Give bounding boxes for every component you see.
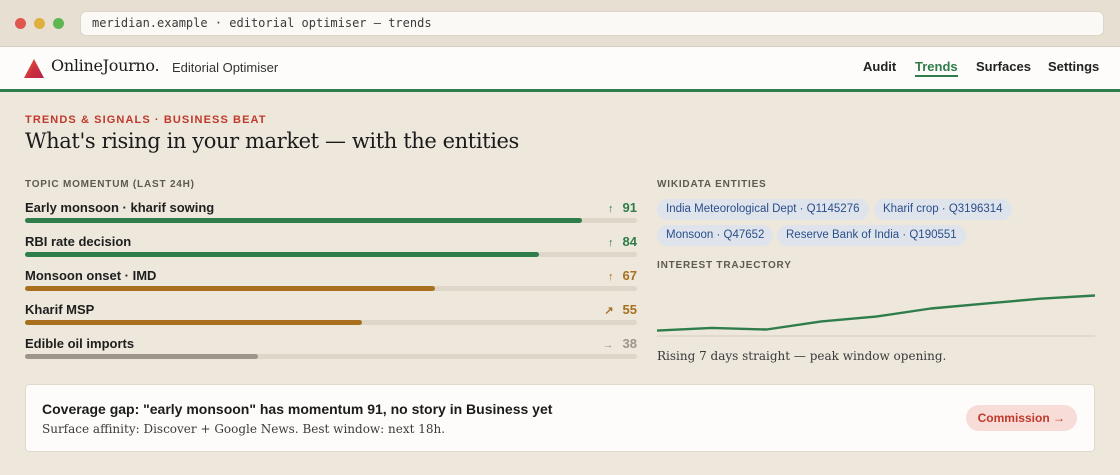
logo-triangle-icon [24, 59, 44, 78]
momentum-row[interactable]: Monsoon onset · IMD ↑ 67 [25, 268, 637, 296]
entities-label: WIKIDATA ENTITIES [657, 179, 767, 190]
trend-arrow-icon: ↑ [608, 237, 614, 249]
topic-score: ↗ 55 [604, 302, 637, 317]
momentum-row[interactable]: Early monsoon · kharif sowing ↑ 91 [25, 200, 637, 228]
entity-chip[interactable]: Kharif crop · Q3196314 [874, 199, 1012, 220]
topic-score: ↑ 91 [608, 200, 637, 215]
commission-button[interactable]: Commission → [965, 405, 1077, 431]
topic-name: RBI rate decision [25, 234, 132, 249]
momentum-bar-track [25, 218, 637, 223]
topic-score: ↑ 67 [608, 268, 637, 283]
momentum-bar-fill [25, 218, 582, 223]
trend-arrow-icon: → [602, 339, 614, 351]
trend-arrow-icon: ↑ [608, 271, 614, 283]
momentum-bar-fill [25, 252, 540, 257]
nav-trends[interactable]: Trends [915, 59, 958, 77]
momentum-bar-fill [25, 354, 258, 359]
trajectory-label: INTEREST TRAJECTORY [657, 260, 792, 271]
nav-surfaces[interactable]: Surfaces [976, 59, 1031, 74]
momentum-bar-fill [25, 286, 436, 291]
coverage-gap-headline: Coverage gap: "early monsoon" has moment… [42, 401, 553, 417]
momentum-row[interactable]: Edible oil imports → 38 [25, 336, 637, 364]
window-maximize-icon[interactable] [53, 18, 64, 29]
entity-chip[interactable]: Monsoon · Q47652 [657, 225, 774, 246]
trajectory-caption: Rising 7 days straight — peak window ope… [657, 349, 947, 363]
trajectory-series-line [657, 294, 1095, 332]
momentum-row[interactable]: Kharif MSP ↗ 55 [25, 302, 637, 330]
window-close-icon[interactable] [15, 18, 26, 29]
topic-score: ↑ 84 [608, 234, 637, 249]
coverage-gap-detail: Surface affinity: Discover + Google News… [42, 422, 446, 436]
app-header: OnlineJourno. Editorial Optimiser Audit … [0, 47, 1120, 92]
momentum-bar-track [25, 252, 637, 257]
topic-name: Edible oil imports [25, 336, 135, 351]
topic-name: Monsoon onset · IMD [25, 268, 157, 283]
topic-score-value: 38 [622, 336, 637, 351]
entity-chip[interactable]: Reserve Bank of India · Q190551 [777, 225, 966, 246]
momentum-row[interactable]: RBI rate decision ↑ 84 [25, 234, 637, 262]
topic-score-value: 67 [622, 268, 637, 283]
entity-chip[interactable]: India Meteorological Dept · Q1145276 [657, 199, 869, 220]
momentum-bar-track [25, 354, 637, 359]
topic-score-value: 55 [622, 302, 637, 317]
momentum-bar-track [25, 286, 637, 291]
interest-trajectory-chart [657, 294, 1095, 337]
nav-settings[interactable]: Settings [1048, 59, 1099, 74]
momentum-label: TOPIC MOMENTUM (LAST 24H) [25, 179, 195, 190]
topic-name: Early monsoon · kharif sowing [25, 200, 215, 215]
browser-chrome: meridian.example · editorial optimiser —… [0, 0, 1120, 47]
trend-arrow-icon: ↗ [604, 305, 614, 317]
topic-name: Kharif MSP [25, 302, 95, 317]
coverage-gap-card: Coverage gap: "early monsoon" has moment… [25, 384, 1095, 452]
nav-audit[interactable]: Audit [863, 59, 896, 74]
momentum-bar-fill [25, 320, 362, 325]
page-title: What's rising in your market — with the … [25, 129, 519, 153]
brand-name: OnlineJourno. [51, 56, 160, 75]
topic-score: → 38 [603, 336, 637, 351]
topic-score-value: 84 [622, 234, 637, 249]
address-bar[interactable]: meridian.example · editorial optimiser —… [80, 11, 1104, 36]
product-name: Editorial Optimiser [172, 60, 279, 75]
trend-arrow-icon: ↑ [608, 203, 614, 215]
section-eyebrow: TRENDS & SIGNALS · BUSINESS BEAT [25, 114, 267, 126]
window-minimize-icon[interactable] [34, 18, 45, 29]
topic-score-value: 91 [622, 200, 637, 215]
momentum-bar-track [25, 320, 637, 325]
